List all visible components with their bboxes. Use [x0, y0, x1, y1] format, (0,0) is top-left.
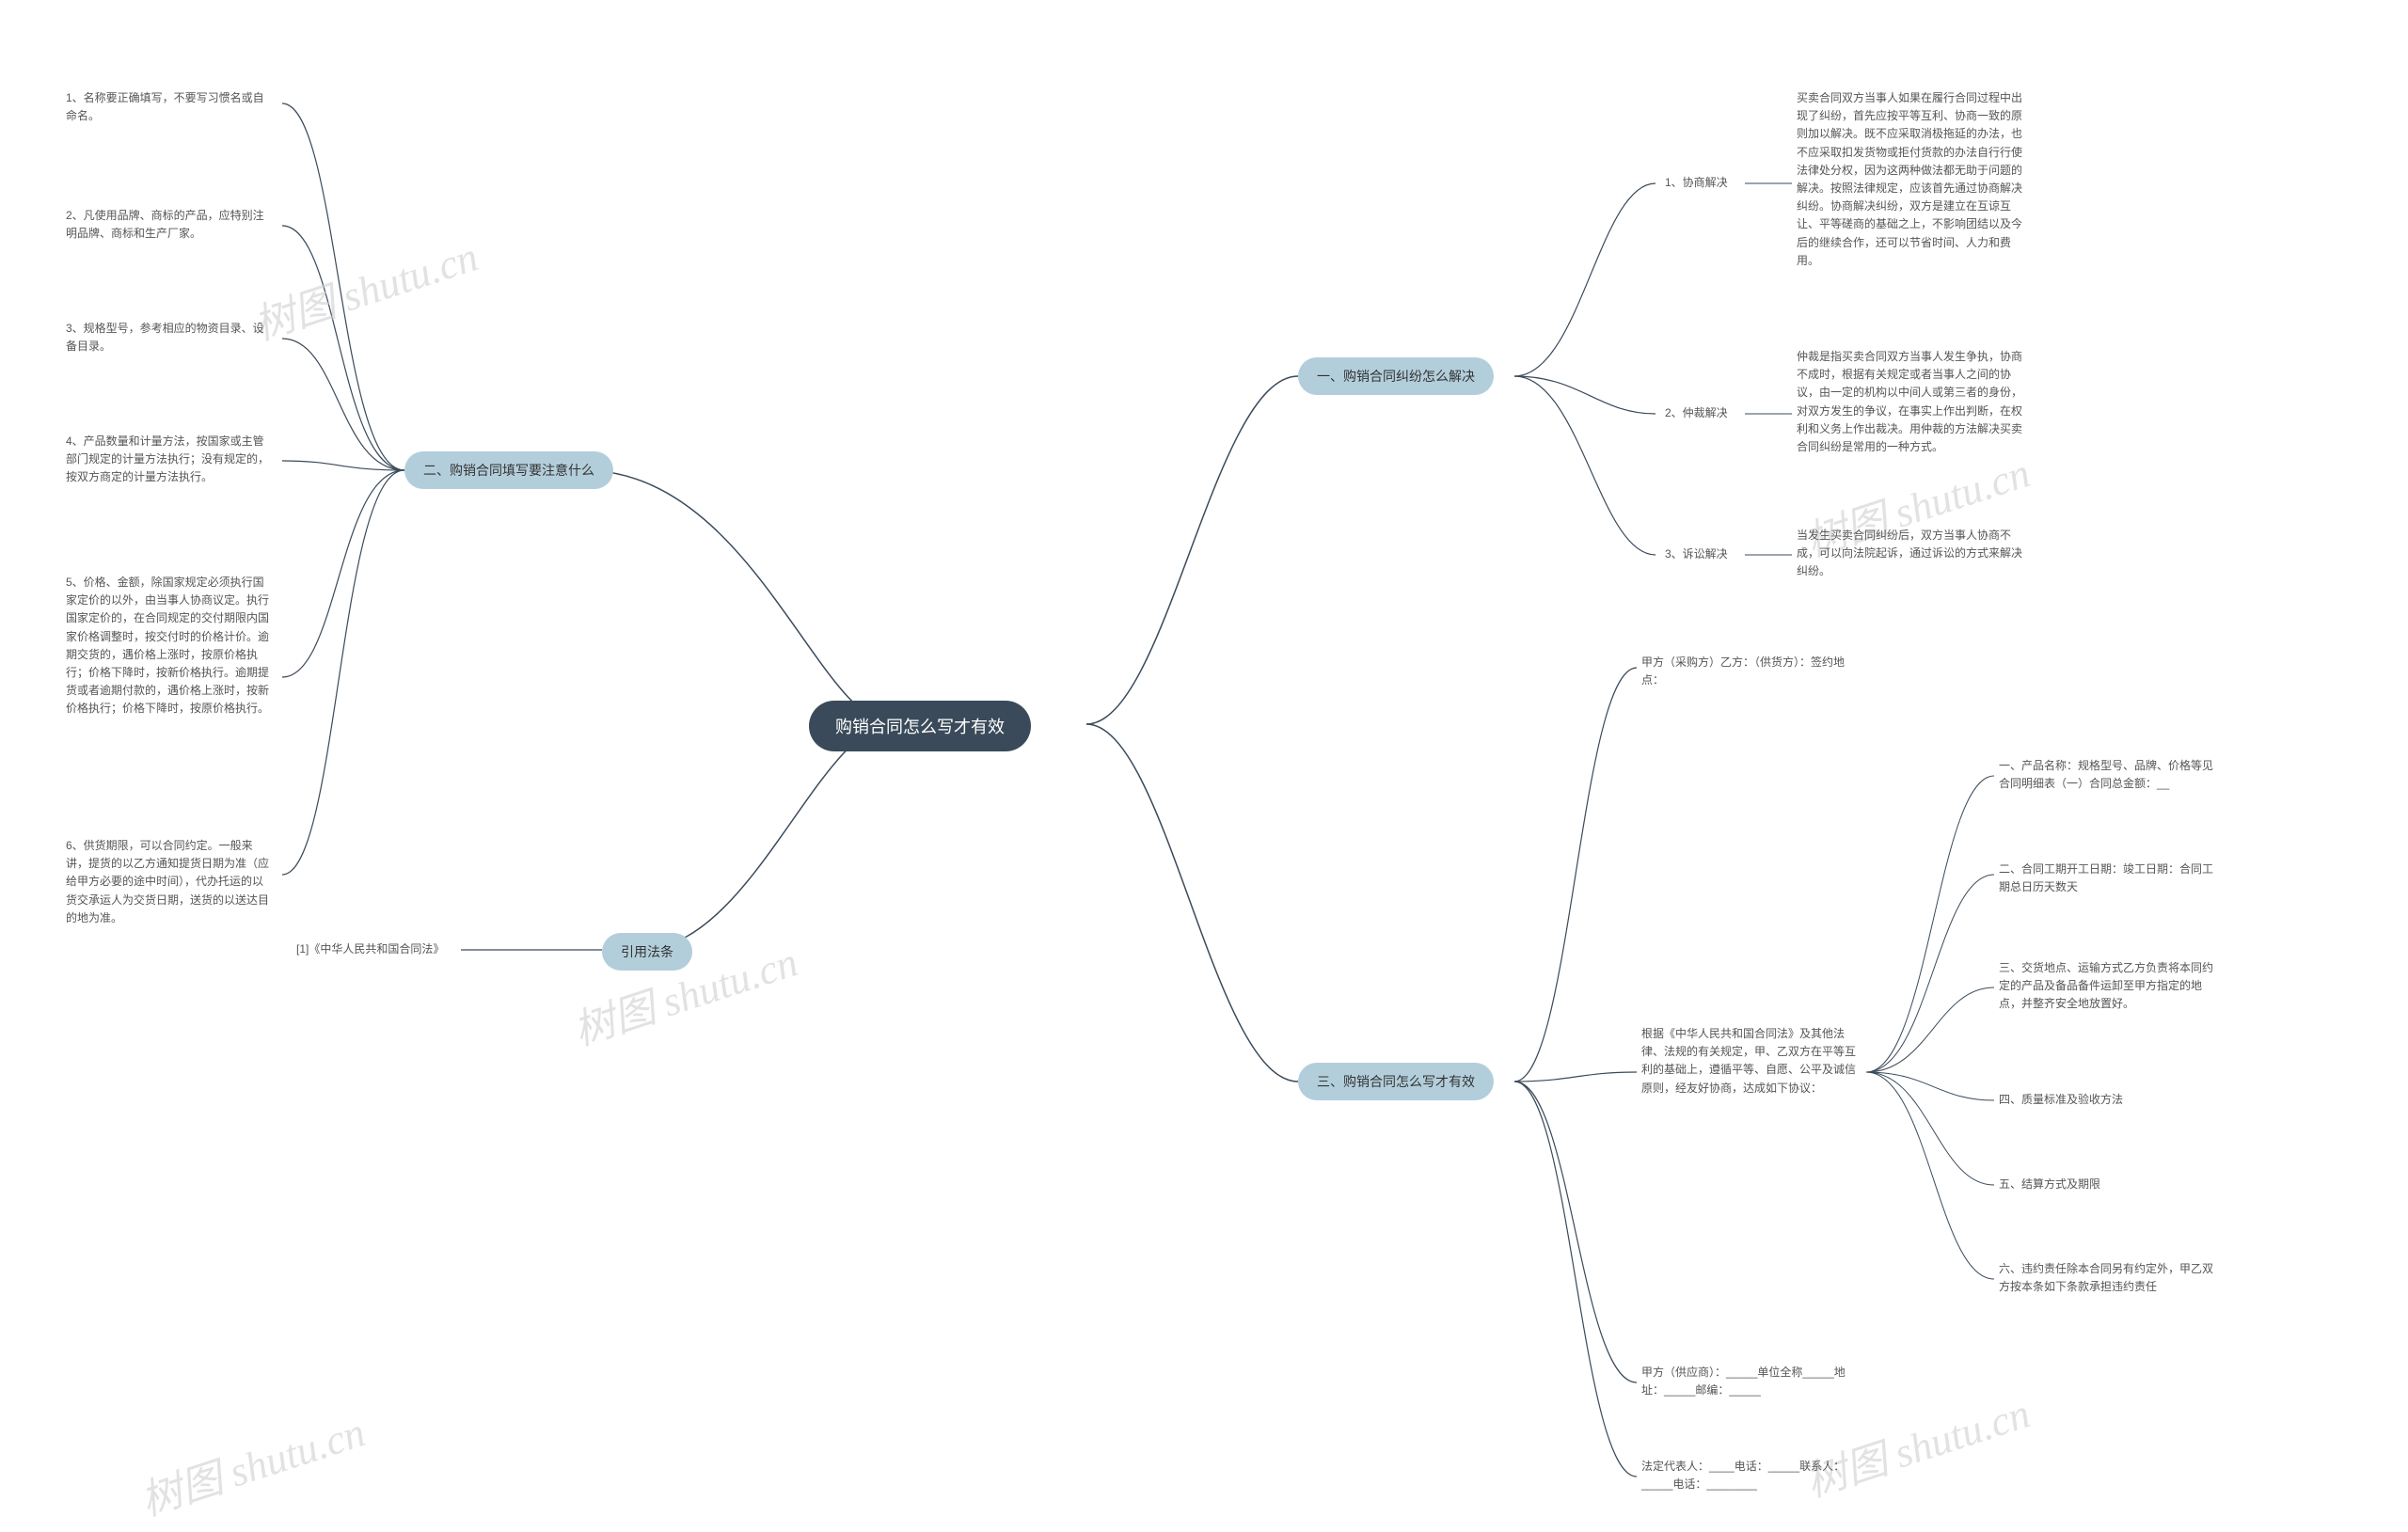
- branch-n3[interactable]: 三、购销合同怎么写才有效: [1298, 1063, 1494, 1100]
- n3-item-c: 甲方（供应商）：_____单位全称_____地址：_____邮编：_____: [1641, 1364, 1858, 1399]
- n3-item-a: 甲方（采购方）乙方：（供货方）：签约地点：: [1641, 654, 1858, 689]
- n1-item-b-label: 2、仲裁解决: [1665, 404, 1728, 422]
- n2-item-e: 5、价格、金额，除国家规定必须执行国家定价的以外，由当事人协商议定。执行国家定价…: [66, 574, 273, 719]
- n1-item-b-desc: 仲裁是指买卖合同双方当事人发生争执，协商不成时，根据有关规定或者当事人之间的协议…: [1797, 348, 2032, 456]
- n3-item-b-c4: 四、质量标准及验收方法: [1999, 1091, 2123, 1109]
- branch-n1[interactable]: 一、购销合同纠纷怎么解决: [1298, 357, 1494, 395]
- n3-item-b-c2: 二、合同工期开工日期：竣工日期：合同工期总日历天数天: [1999, 861, 2215, 896]
- watermark: 树图 shutu.cn: [132, 1398, 372, 1527]
- n3-item-d: 法定代表人：____电话：_____联系人：_____电话：________: [1641, 1458, 1858, 1493]
- n1-item-c-desc: 当发生买卖合同纠纷后，双方当事人协商不成，可以向法院起诉，通过诉讼的方式来解决纠…: [1797, 527, 2032, 581]
- branch-n2[interactable]: 二、购销合同填写要注意什么: [404, 451, 613, 489]
- n3-item-b-c5: 五、结算方式及期限: [1999, 1176, 2100, 1193]
- watermark: 树图 shutu.cn: [245, 223, 484, 352]
- n2-item-d: 4、产品数量和计量方法，按国家或主管部门规定的计量方法执行；没有规定的，按双方商…: [66, 433, 273, 487]
- n1-item-a-desc: 买卖合同双方当事人如果在履行合同过程中出现了纠纷，首先应按平等互利、协商一致的原…: [1797, 89, 2032, 270]
- n3-item-b-intro: 根据《中华人民共和国合同法》及其他法律、法规的有关规定，甲、乙双方在平等互利的基…: [1641, 1025, 1858, 1098]
- n1-item-c-label: 3、诉讼解决: [1665, 545, 1728, 563]
- n3-item-b-c3: 三、交货地点、运输方式乙方负责将本同约定的产品及备品备件运卸至甲方指定的地点，并…: [1999, 959, 2215, 1014]
- n2-item-a: 1、名称要正确填写，不要写习惯名或自命名。: [66, 89, 273, 125]
- n3-item-b-c6: 六、违约责任除本合同另有约定外，甲乙双方按本条如下条款承担违约责任: [1999, 1260, 2215, 1296]
- branch-ref[interactable]: 引用法条: [602, 933, 692, 971]
- n1-item-a-label: 1、协商解决: [1665, 174, 1728, 192]
- n2-item-c: 3、规格型号，参考相应的物资目录、设备目录。: [66, 320, 273, 355]
- n2-item-b: 2、凡使用品牌、商标的产品，应特别注明品牌、商标和生产厂家。: [66, 207, 273, 243]
- n2-item-f: 6、供货期限，可以合同约定。一般来讲，提货的以乙方通知提货日期为准（应给甲方必要…: [66, 837, 273, 927]
- n3-item-b-c1: 一、产品名称：规格型号、品牌、价格等见合同明细表（一）合同总金额：__: [1999, 757, 2215, 793]
- center-node[interactable]: 购销合同怎么写才有效: [809, 701, 1031, 751]
- ref-item-a: [1]《中华人民共和国合同法》: [296, 940, 444, 958]
